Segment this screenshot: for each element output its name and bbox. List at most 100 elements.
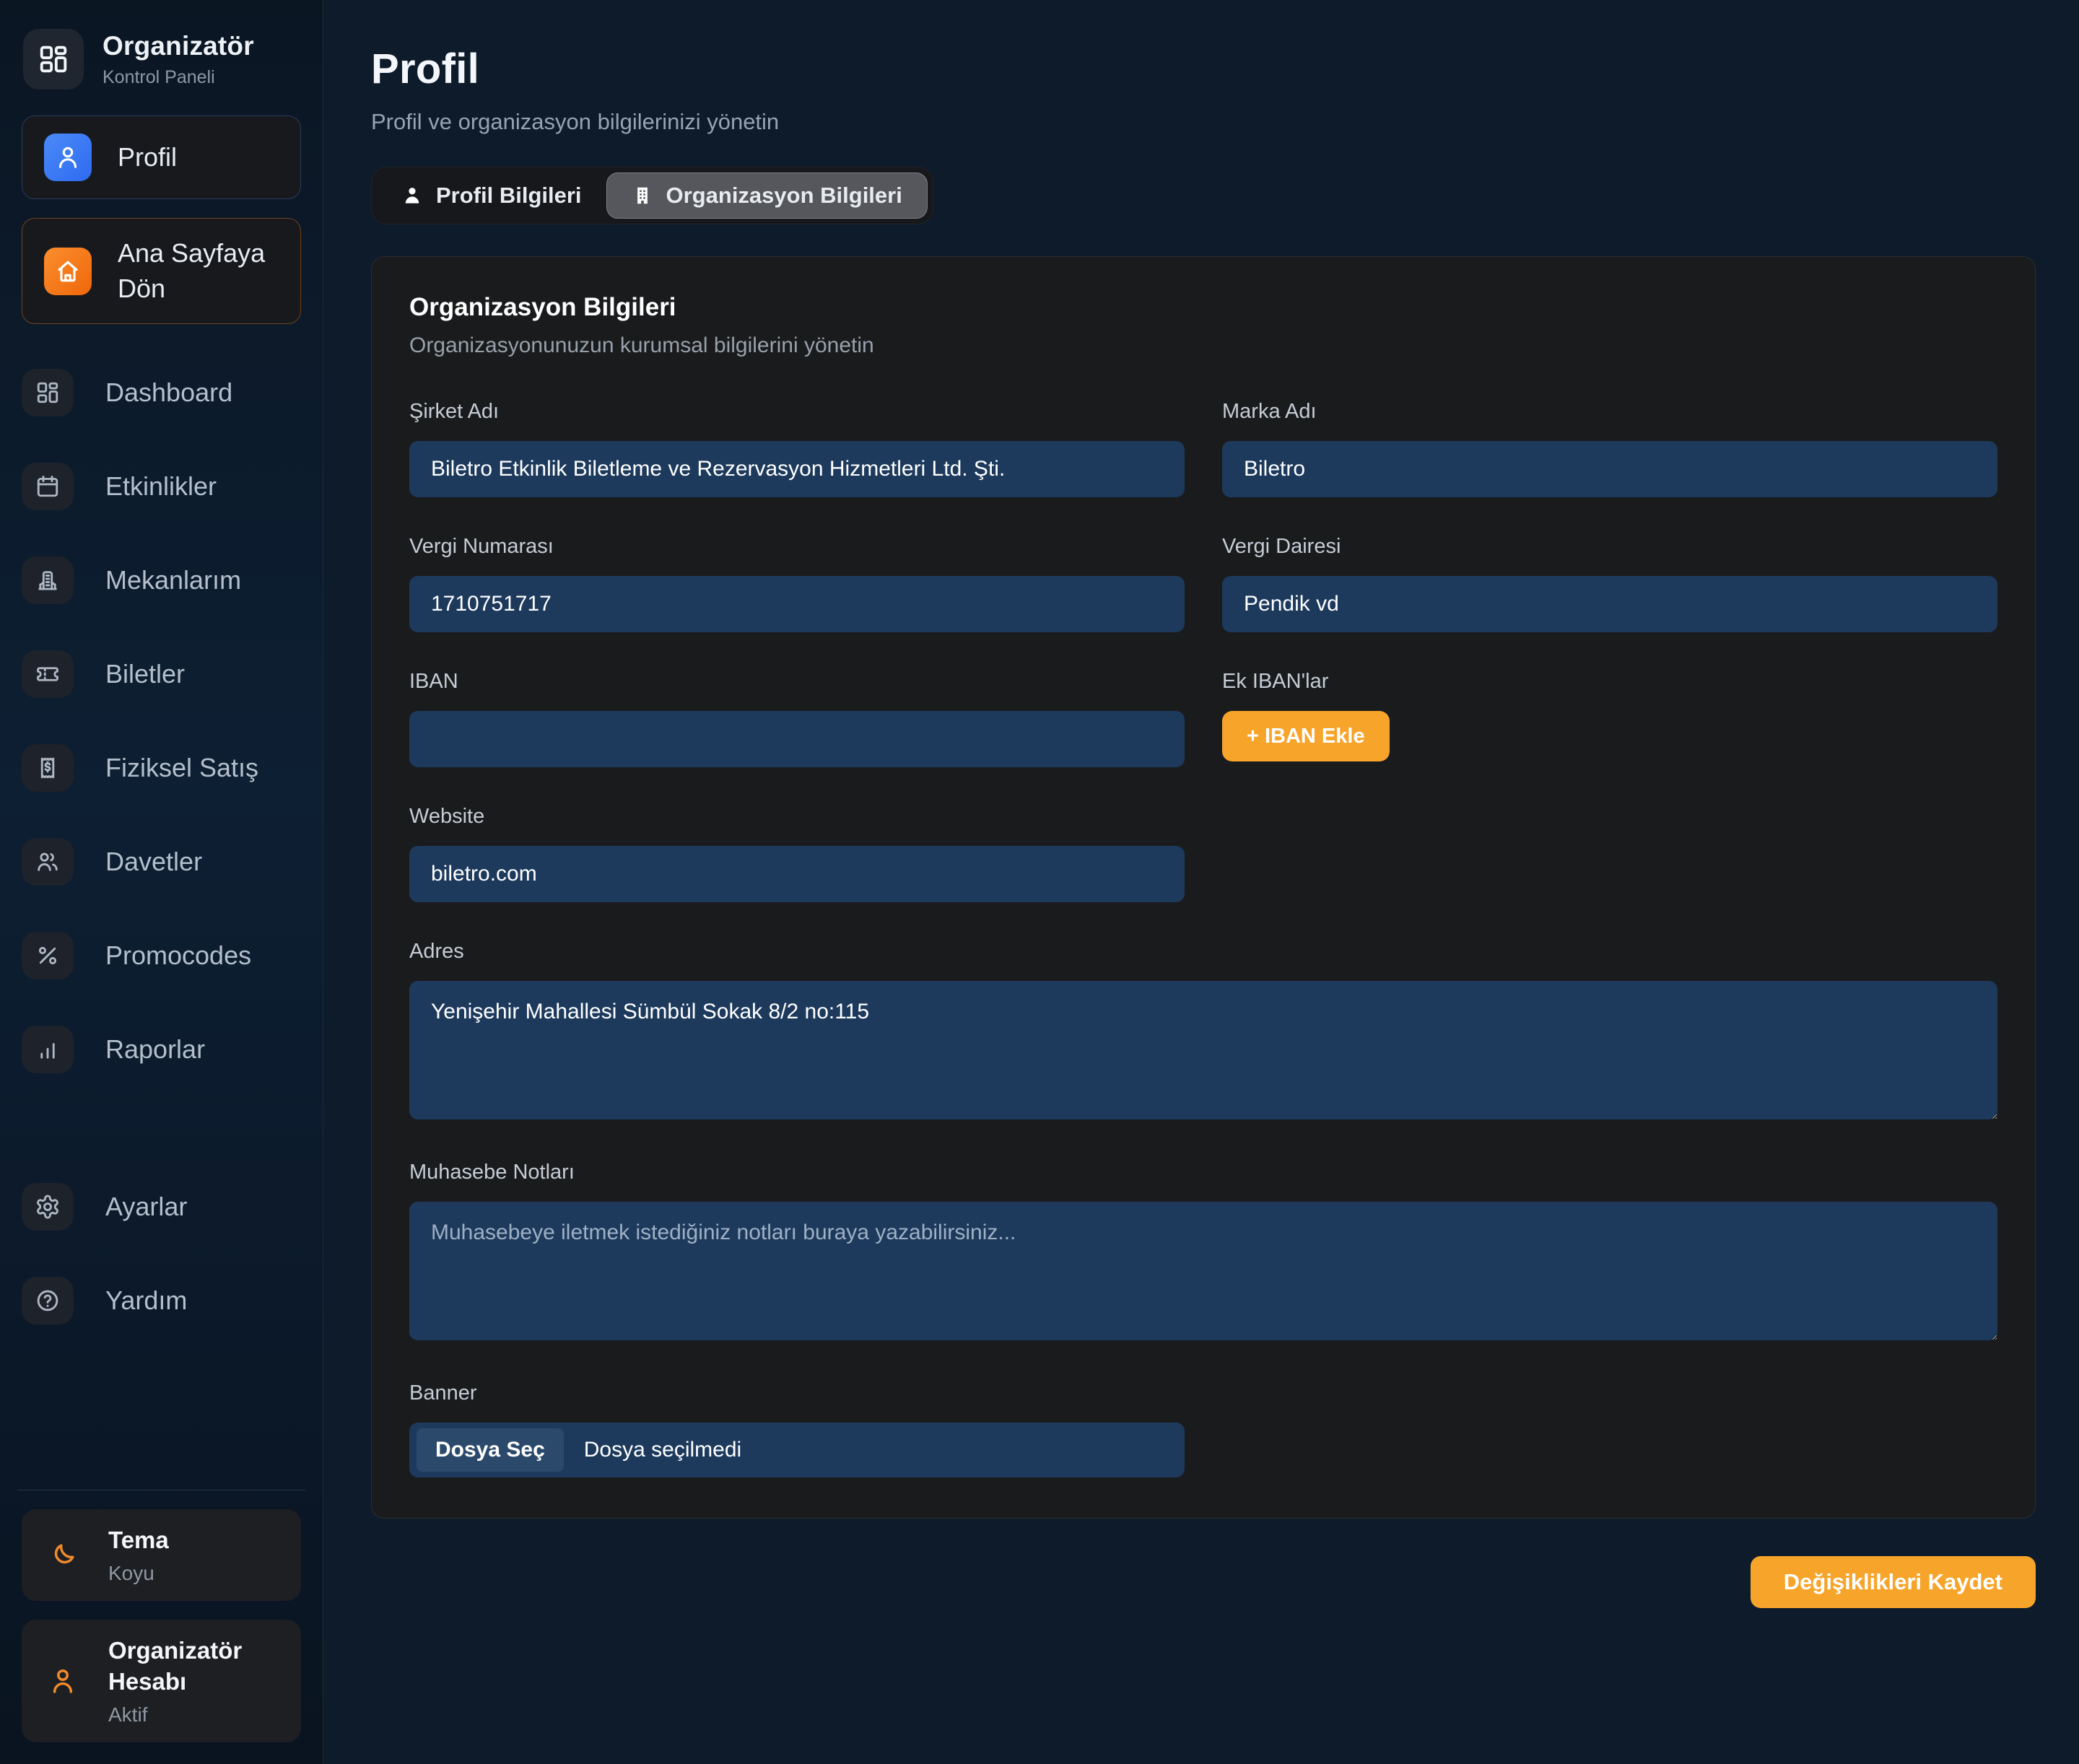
account-title: Organizatör Hesabı xyxy=(108,1636,278,1698)
company-name-input[interactable] xyxy=(409,441,1185,497)
tab-profil-bilgileri[interactable]: Profil Bilgileri xyxy=(377,173,606,219)
account-status: Aktif xyxy=(108,1703,278,1726)
sidebar-item-promocodes[interactable]: Promocodes xyxy=(22,932,301,979)
sidebar-item-mekanlarim[interactable]: Mekanlarım xyxy=(22,556,301,604)
profile-tabs: Profil Bilgileri Organizasyon Bilgileri xyxy=(371,167,933,224)
extra-ibans-label: Ek IBAN'lar xyxy=(1222,670,1997,694)
card-subtitle: Organizasyonunuzun kurumsal bilgilerini … xyxy=(409,333,1997,358)
app-logo-grid-icon xyxy=(23,29,84,89)
website-field: Website xyxy=(409,805,1185,902)
organization-info-card: Organizasyon Bilgileri Organizasyonunuzu… xyxy=(371,256,2036,1519)
sidebar-item-label: Yardım xyxy=(105,1284,187,1318)
sidebar-item-fiziksel-satis[interactable]: Fiziksel Satış xyxy=(22,744,301,792)
moon-icon xyxy=(46,1540,79,1571)
iban-label: IBAN xyxy=(409,670,1185,694)
add-iban-button[interactable]: + IBAN Ekle xyxy=(1222,711,1390,761)
page-title: Profil xyxy=(371,45,2036,93)
venue-building-icon xyxy=(22,556,74,604)
brand: Organizatör Kontrol Paneli xyxy=(22,25,301,97)
person-filled-icon xyxy=(401,185,423,206)
account-card[interactable]: Organizatör Hesabı Aktif xyxy=(22,1620,301,1742)
theme-title: Tema xyxy=(108,1525,169,1556)
company-name-label: Şirket Adı xyxy=(409,400,1185,424)
organization-form: Şirket Adı Marka Adı Vergi Numarası Verg… xyxy=(409,400,1997,1477)
main-content: Profil Profil ve organizasyon bilgilerin… xyxy=(323,0,2079,1764)
sidebar-item-label: Dashboard xyxy=(105,376,232,410)
save-row: Değişiklikleri Kaydet xyxy=(371,1556,2036,1608)
sidebar-item-label: Ana Sayfaya Dön xyxy=(118,236,282,306)
brand-subtitle: Kontrol Paneli xyxy=(103,67,254,88)
user-icon xyxy=(44,134,92,181)
sidebar-item-davetler[interactable]: Davetler xyxy=(22,838,301,886)
sidebar-item-label: Davetler xyxy=(105,845,202,879)
sidebar-item-profil[interactable]: Profil xyxy=(22,115,301,199)
tax-office-label: Vergi Dairesi xyxy=(1222,535,1997,559)
tax-office-field: Vergi Dairesi xyxy=(1222,535,1997,632)
sidebar-item-ayarlar[interactable]: Ayarlar xyxy=(22,1183,301,1231)
gear-icon xyxy=(22,1183,74,1231)
brand-name-field: Marka Adı xyxy=(1222,400,1997,497)
card-title: Organizasyon Bilgileri xyxy=(409,293,1997,322)
brand-name-label: Marka Adı xyxy=(1222,400,1997,424)
receipt-dollar-icon xyxy=(22,744,74,792)
sidebar-item-label: Etkinlikler xyxy=(105,470,217,504)
tax-number-input[interactable] xyxy=(409,576,1185,632)
company-name-field: Şirket Adı xyxy=(409,400,1185,497)
tax-number-field: Vergi Numarası xyxy=(409,535,1185,632)
dashboard-grid-icon xyxy=(22,369,74,416)
sidebar: Organizatör Kontrol Paneli Profil xyxy=(0,0,323,1764)
sidebar-item-label: Profil xyxy=(118,140,177,175)
website-label: Website xyxy=(409,805,1185,829)
sidebar-item-raporlar[interactable]: Raporlar xyxy=(22,1026,301,1073)
sidebar-item-label: Promocodes xyxy=(105,939,251,973)
sidebar-item-label: Biletler xyxy=(105,658,185,691)
tab-label: Profil Bilgileri xyxy=(436,183,582,209)
address-field: Adres Yenişehir Mahallesi Sümbül Sokak 8… xyxy=(409,940,1997,1123)
sidebar-nav: Dashboard Etkinlikler xyxy=(22,369,301,1468)
sidebar-item-dashboard[interactable]: Dashboard xyxy=(22,369,301,416)
accounting-notes-label: Muhasebe Notları xyxy=(409,1161,1997,1184)
account-user-icon xyxy=(46,1665,79,1697)
banner-file-input[interactable]: Dosya Seç Dosya seçilmedi xyxy=(409,1423,1185,1477)
page-subtitle: Profil ve organizasyon bilgilerinizi yön… xyxy=(371,109,2036,135)
tab-organizasyon-bilgileri[interactable]: Organizasyon Bilgileri xyxy=(606,173,928,219)
sidebar-item-biletler[interactable]: Biletler xyxy=(22,650,301,698)
calendar-icon xyxy=(22,463,74,510)
theme-toggle[interactable]: Tema Koyu xyxy=(22,1509,301,1601)
home-icon xyxy=(44,248,92,295)
percent-icon xyxy=(22,932,74,979)
accounting-notes-field: Muhasebe Notları xyxy=(409,1161,1997,1344)
iban-input[interactable] xyxy=(409,711,1185,767)
users-icon xyxy=(22,838,74,886)
tab-label: Organizasyon Bilgileri xyxy=(666,183,902,209)
sidebar-item-yardim[interactable]: Yardım xyxy=(22,1277,301,1324)
ticket-icon xyxy=(22,650,74,698)
sidebar-item-etkinlikler[interactable]: Etkinlikler xyxy=(22,463,301,510)
bar-chart-icon xyxy=(22,1026,74,1073)
sidebar-item-label: Ayarlar xyxy=(105,1190,187,1224)
tax-office-input[interactable] xyxy=(1222,576,1997,632)
theme-value: Koyu xyxy=(108,1562,169,1585)
spacer-cell xyxy=(1222,805,1997,902)
tax-number-label: Vergi Numarası xyxy=(409,535,1185,559)
building-filled-icon xyxy=(632,185,653,206)
iban-field: IBAN xyxy=(409,670,1185,767)
sidebar-item-label: Mekanlarım xyxy=(105,564,241,598)
sidebar-item-label: Fiziksel Satış xyxy=(105,751,258,785)
brand-title: Organizatör xyxy=(103,31,254,61)
extra-ibans-field: Ek IBAN'lar + IBAN Ekle xyxy=(1222,670,1997,767)
address-textarea[interactable]: Yenişehir Mahallesi Sümbül Sokak 8/2 no:… xyxy=(409,981,1997,1119)
sidebar-item-ana-sayfaya-don[interactable]: Ana Sayfaya Dön xyxy=(22,218,301,324)
accounting-notes-textarea[interactable] xyxy=(409,1202,1997,1340)
address-label: Adres xyxy=(409,940,1997,964)
banner-label: Banner xyxy=(409,1381,1185,1405)
banner-field: Banner Dosya Seç Dosya seçilmedi xyxy=(409,1381,1185,1477)
organizer-dashboard-page: Organizatör Kontrol Paneli Profil xyxy=(0,0,2079,1764)
brand-name-input[interactable] xyxy=(1222,441,1997,497)
website-input[interactable] xyxy=(409,846,1185,902)
file-status-text: Dosya seçilmedi xyxy=(584,1438,741,1462)
save-changes-button[interactable]: Değişiklikleri Kaydet xyxy=(1751,1556,2036,1608)
sidebar-item-label: Raporlar xyxy=(105,1033,205,1067)
choose-file-button[interactable]: Dosya Seç xyxy=(417,1428,564,1472)
help-circle-icon xyxy=(22,1277,74,1324)
